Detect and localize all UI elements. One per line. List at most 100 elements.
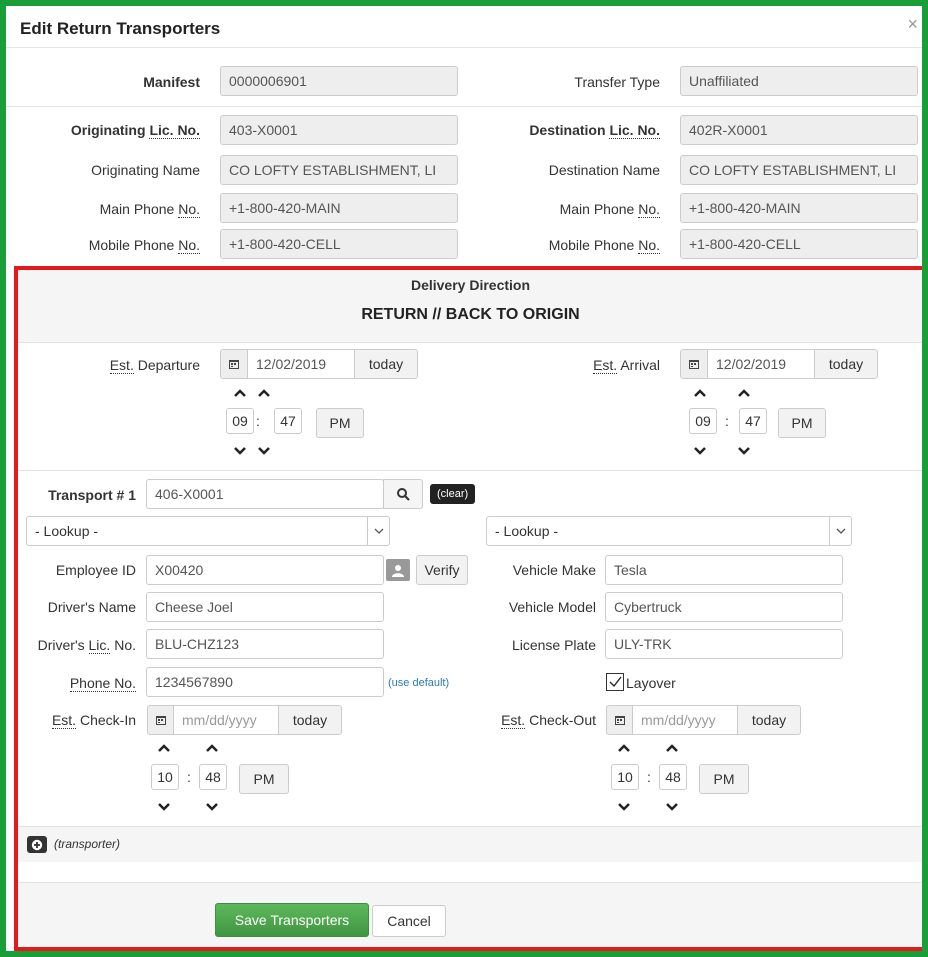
transport-input[interactable]: 406-X0001 — [146, 479, 384, 509]
checkin-minute-input[interactable]: 48 — [199, 764, 227, 790]
destination-lic-label: Destination Lic. No. — [529, 122, 660, 139]
hour-up-chevron-icon[interactable] — [615, 742, 633, 754]
phone-label: Phone No. — [69, 675, 136, 692]
departure-date-input[interactable]: 12/02/2019 — [247, 349, 355, 379]
driver-lic-label: Driver's Lic. No. — [37, 637, 136, 654]
originating-name-label: Originating Name — [91, 162, 200, 178]
destination-mobile-phone-field: +1-800-420-CELL — [680, 229, 918, 259]
departure-hour-input[interactable]: 09 — [226, 408, 254, 434]
checkout-today-button[interactable]: today — [737, 705, 801, 735]
transport-label: Transport # 1 — [48, 487, 136, 503]
checkout-ampm-toggle[interactable]: PM — [699, 764, 749, 794]
vehicle-lookup-select[interactable]: - Lookup - — [486, 516, 852, 546]
dialog-footer — [18, 882, 923, 947]
checkout-minute-input[interactable]: 48 — [659, 764, 687, 790]
est-departure-label: Est. Departure — [109, 357, 200, 374]
clear-button[interactable]: (clear) — [430, 484, 476, 504]
minute-down-chevron-icon[interactable] — [255, 445, 273, 457]
arrival-minute-input[interactable]: 47 — [739, 408, 767, 434]
originating-name-field: CO LOFTY ESTABLISHMENT, LI — [220, 155, 458, 185]
transfer-type-field: Unaffiliated — [680, 66, 918, 96]
add-transporter-row — [18, 826, 923, 862]
hour-down-chevron-icon[interactable] — [231, 445, 249, 457]
divider — [18, 342, 923, 343]
hour-up-chevron-icon[interactable] — [231, 387, 249, 399]
est-arrival-label: Est. Arrival — [593, 357, 660, 374]
checkin-date-input[interactable]: mm/dd/yyyy — [173, 705, 279, 735]
arrival-today-button[interactable]: today — [814, 349, 878, 379]
vehicle-lookup-value: - Lookup - — [495, 523, 559, 539]
destination-mobile-phone-label: Mobile Phone No. — [548, 237, 660, 254]
destination-name-field: CO LOFTY ESTABLISHMENT, LI — [680, 155, 918, 185]
arrival-ampm-toggle[interactable]: PM — [778, 408, 826, 438]
minute-up-chevron-icon[interactable] — [663, 742, 681, 754]
checkin-today-button[interactable]: today — [278, 705, 342, 735]
delivery-direction-value: RETURN // BACK TO ORIGIN — [361, 306, 580, 323]
minute-up-chevron-icon[interactable] — [203, 742, 221, 754]
close-icon[interactable]: × — [907, 14, 918, 35]
hour-up-chevron-icon[interactable] — [155, 742, 173, 754]
delivery-direction-heading: Delivery Direction — [410, 277, 531, 293]
chevron-down-icon — [367, 517, 389, 545]
driver-lic-input[interactable]: BLU-CHZ123 — [146, 629, 384, 659]
checkout-hour-input[interactable]: 10 — [611, 764, 639, 790]
cancel-button[interactable]: Cancel — [372, 905, 446, 937]
est-checkout-label: Est. Check-Out — [501, 712, 596, 729]
employee-id-input[interactable]: X00420 — [146, 555, 384, 585]
minute-down-chevron-icon[interactable] — [663, 801, 681, 813]
minute-down-chevron-icon[interactable] — [203, 801, 221, 813]
checkin-hour-input[interactable]: 10 — [151, 764, 179, 790]
originating-main-phone-label: Main Phone No. — [99, 201, 200, 218]
est-checkin-label: Est. Check-In — [51, 712, 136, 729]
plus-icon[interactable] — [27, 836, 47, 853]
add-transporter-label: (transporter) — [54, 837, 121, 851]
time-separator: : — [187, 769, 191, 785]
license-plate-label: License Plate — [511, 637, 596, 653]
arrival-hour-input[interactable]: 09 — [689, 408, 717, 434]
checkout-date-input[interactable]: mm/dd/yyyy — [632, 705, 738, 735]
employee-id-label: Employee ID — [55, 562, 136, 578]
minute-up-chevron-icon[interactable] — [255, 387, 273, 399]
checkin-ampm-toggle[interactable]: PM — [239, 764, 289, 794]
vehicle-model-label: Vehicle Model — [508, 599, 596, 615]
hour-down-chevron-icon[interactable] — [615, 801, 633, 813]
destination-main-phone-label: Main Phone No. — [559, 201, 660, 218]
phone-input[interactable]: 1234567890 — [146, 667, 384, 697]
departure-today-button[interactable]: today — [354, 349, 418, 379]
layover-label: Layover — [626, 675, 676, 691]
driver-name-input[interactable]: Cheese Joel — [146, 592, 384, 622]
vehicle-model-input[interactable]: Cybertruck — [605, 592, 843, 622]
calendar-icon[interactable] — [147, 705, 174, 735]
save-transporters-button[interactable]: Save Transporters — [215, 903, 369, 937]
driver-lookup-select[interactable]: - Lookup - — [26, 516, 390, 546]
vehicle-make-input[interactable]: Tesla — [605, 555, 843, 585]
arrival-date-input[interactable]: 12/02/2019 — [707, 349, 815, 379]
driver-name-label: Driver's Name — [47, 599, 136, 615]
manifest-field: 0000006901 — [220, 66, 458, 96]
minute-down-chevron-icon[interactable] — [735, 445, 753, 457]
departure-minute-input[interactable]: 47 — [274, 408, 302, 434]
divider — [6, 106, 922, 107]
search-icon[interactable] — [383, 479, 423, 509]
use-default-link[interactable]: (use default) — [388, 677, 449, 689]
user-icon[interactable] — [386, 559, 410, 581]
divider — [18, 470, 923, 471]
verify-button[interactable]: Verify — [416, 555, 468, 585]
destination-name-label: Destination Name — [548, 162, 660, 178]
hour-up-chevron-icon[interactable] — [691, 387, 709, 399]
calendar-icon[interactable] — [680, 349, 708, 379]
hour-down-chevron-icon[interactable] — [155, 801, 173, 813]
minute-up-chevron-icon[interactable] — [735, 387, 753, 399]
departure-ampm-toggle[interactable]: PM — [316, 408, 364, 438]
chevron-down-icon — [829, 517, 851, 545]
originating-lic-label: Originating Lic. No. — [70, 122, 200, 139]
calendar-icon[interactable] — [220, 349, 248, 379]
license-plate-input[interactable]: ULY-TRK — [605, 629, 843, 659]
hour-down-chevron-icon[interactable] — [691, 445, 709, 457]
manifest-label: Manifest — [143, 74, 200, 90]
driver-lookup-value: - Lookup - — [35, 523, 99, 539]
originating-mobile-phone-field: +1-800-420-CELL — [220, 229, 458, 259]
layover-checkbox[interactable] — [606, 673, 624, 691]
calendar-icon[interactable] — [606, 705, 633, 735]
time-separator: : — [647, 769, 651, 785]
